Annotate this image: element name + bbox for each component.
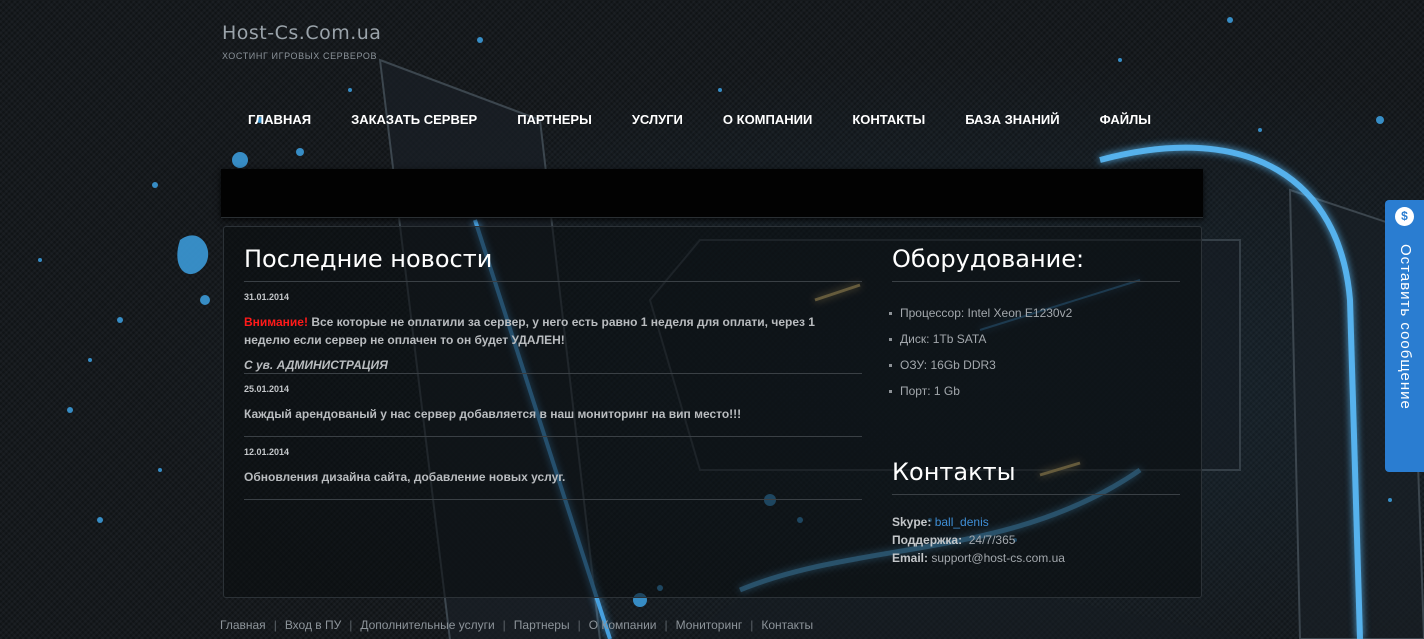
site-logo[interactable]: Host-Cs.Com.ua ХОСТИНГ ИГРОВЫХ СЕРВЕРОВ — [222, 22, 381, 61]
nav-item-services[interactable]: УСЛУГИ — [612, 112, 703, 127]
news-signature: С ув. АДМИНИСТРАЦИЯ — [244, 358, 388, 372]
nav-item-about[interactable]: О КОМПАНИИ — [703, 112, 832, 127]
feedback-tab[interactable]: $ Оставить сообщение — [1385, 200, 1424, 472]
contact-email: Email: support@host-cs.com.ua — [892, 551, 1065, 565]
nav-item-home[interactable]: ГЛАВНАЯ — [228, 112, 331, 127]
footer-link-about[interactable]: О Компании — [589, 618, 657, 632]
news-item: 12.01.2014 Обновления дизайна сайта, доб… — [244, 437, 862, 500]
bullet-icon — [889, 311, 892, 315]
footer-link-contacts[interactable]: Контакты — [761, 618, 813, 632]
contact-support: Поддержка: 24/7/365 — [892, 533, 1016, 547]
news-date: 12.01.2014 — [244, 447, 290, 457]
nav-item-order-server[interactable]: ЗАКАЗАТЬ СЕРВЕР — [331, 112, 497, 127]
email-value: support@host-cs.com.ua — [931, 551, 1065, 565]
contact-skype: Skype: ball_denis — [892, 515, 989, 529]
news-date: 31.01.2014 — [244, 292, 290, 302]
nav-item-partners[interactable]: ПАРТНЕРЫ — [497, 112, 612, 127]
news-section: Последние новости 31.01.2014 Внимание! В… — [244, 245, 862, 500]
footer-link-monitoring[interactable]: Мониторинг — [676, 618, 743, 632]
news-text: Каждый арендованый у нас сервер добавляе… — [244, 407, 742, 421]
footer-link-home[interactable]: Главная — [220, 618, 266, 632]
bullet-icon — [889, 363, 892, 367]
footer-link-extra-services[interactable]: Дополнительные услуги — [360, 618, 494, 632]
footer-link-partners[interactable]: Партнеры — [514, 618, 570, 632]
equipment-item: Процессор: Intel Xeon E1230v2 — [889, 300, 1180, 326]
footer-link-login[interactable]: Вход в ПУ — [285, 618, 341, 632]
sidebar: Оборудование: Процессор: Intel Xeon E123… — [889, 245, 1180, 567]
news-body: Все которые не оплатили за сервер, у нег… — [244, 315, 815, 347]
equipment-title: Оборудование: — [892, 245, 1180, 282]
header-banner-bar — [221, 169, 1203, 218]
news-title: Последние новости — [244, 245, 862, 282]
nav-item-knowledge-base[interactable]: БАЗА ЗНАНИЙ — [945, 112, 1079, 127]
news-text: Внимание! Все которые не оплатили за сер… — [244, 313, 862, 349]
equipment-list: Процессор: Intel Xeon E1230v2 Диск: 1Tb … — [889, 300, 1180, 404]
equipment-item: ОЗУ: 16Gb DDR3 — [889, 352, 1180, 378]
news-text: Обновления дизайна сайта, добавление нов… — [244, 470, 566, 484]
bullet-icon — [889, 389, 892, 393]
contacts-section: Контакты Skype: ball_denis Поддержка: 24… — [892, 458, 1180, 567]
warning-label: Внимание! — [244, 315, 308, 329]
equipment-item: Порт: 1 Gb — [889, 378, 1180, 404]
speech-bubble-dollar-icon: $ — [1395, 207, 1414, 226]
news-item: 25.01.2014 Каждый арендованый у нас серв… — [244, 374, 862, 437]
content-panel: Последние новости 31.01.2014 Внимание! В… — [223, 226, 1202, 598]
nav-item-files[interactable]: ФАЙЛЫ — [1080, 112, 1171, 127]
logo-title: Host-Cs.Com.ua — [222, 22, 382, 44]
contacts-title: Контакты — [892, 458, 1180, 495]
bullet-icon — [889, 337, 892, 341]
footer-nav: Главная | Вход в ПУ | Дополнительные услуг… — [220, 618, 814, 632]
equipment-item: Диск: 1Tb SATA — [889, 326, 1180, 352]
contact-rows: Skype: ball_denis Поддержка: 24/7/365 Em… — [892, 513, 1180, 567]
logo-subtitle: ХОСТИНГ ИГРОВЫХ СЕРВЕРОВ — [222, 51, 378, 61]
feedback-label: Оставить сообщение — [1397, 244, 1414, 410]
skype-link[interactable]: ball_denis — [935, 515, 989, 529]
news-date: 25.01.2014 — [244, 384, 290, 394]
news-item: 31.01.2014 Внимание! Все которые не опла… — [244, 282, 862, 374]
main-nav: ГЛАВНАЯ ЗАКАЗАТЬ СЕРВЕР ПАРТНЕРЫ УСЛУГИ … — [228, 112, 1171, 127]
nav-item-contacts[interactable]: КОНТАКТЫ — [832, 112, 945, 127]
